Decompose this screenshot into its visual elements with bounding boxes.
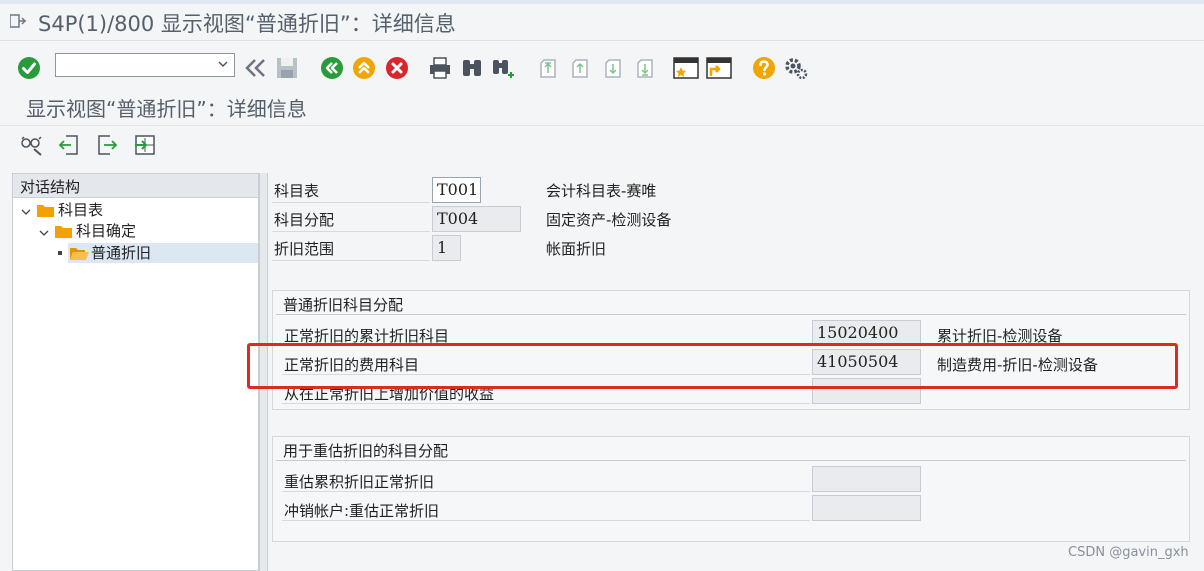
field-label: 科目表 [274,182,320,200]
help-icon[interactable] [751,55,777,81]
find-next-icon[interactable] [490,55,516,81]
field-label: 重估累积折旧正常折旧 [284,473,435,491]
print-icon[interactable] [427,55,453,81]
group-divider [276,314,1186,315]
next-entry-icon[interactable] [95,133,119,157]
field-description: 会计科目表-赛唯 [546,182,657,200]
window-title: S4P(1)/800 显示视图“普通折旧”：详细信息 [38,12,456,36]
account-assignment-field[interactable]: T004 [432,206,521,232]
annotation-highlight-box [247,343,1178,389]
group-title: 普通折旧科目分配 [283,296,404,314]
prev-page-icon[interactable] [567,55,593,81]
first-page-icon[interactable] [535,55,561,81]
leaf-bullet-icon [58,250,62,255]
shortcut-icon[interactable] [706,55,732,81]
back-nav-icon[interactable] [243,55,269,81]
offsetting-account-revaluation-field[interactable] [812,495,921,521]
tree-item-label: 普通折旧 [91,244,152,262]
menu-icon[interactable] [9,13,27,28]
field-label: 折旧范围 [274,240,335,258]
folder-icon [37,203,54,217]
depreciation-area-field[interactable]: 1 [432,235,461,261]
tree-item-label: 科目表 [58,201,104,219]
revaluation-accum-depreciation-field[interactable] [812,466,921,492]
field-label: 科目分配 [274,211,335,229]
open-folder-icon [70,246,89,260]
tree-item-label: 科目确定 [76,222,137,240]
field-description: 固定资产-检测设备 [546,211,672,229]
settings-icon[interactable] [783,55,809,81]
group-title: 用于重估折旧的科目分配 [283,442,449,460]
tree-item-account-determination[interactable]: 科目确定 [38,220,136,241]
chevron-down-icon[interactable] [216,56,230,72]
back-icon[interactable] [319,55,345,81]
last-page-icon[interactable] [632,55,658,81]
next-page-icon[interactable] [600,55,626,81]
exit-icon[interactable] [351,55,377,81]
chart-of-accounts-field[interactable]: T001 [432,177,481,203]
create-session-icon[interactable] [673,55,699,81]
command-field[interactable] [55,53,235,77]
tree-header: 对话结构 [20,178,81,196]
prev-entry-icon[interactable] [57,133,81,157]
tree-item-ordinary-depreciation[interactable]: 普通折旧 [58,242,151,263]
group-divider [276,460,1186,461]
save-icon[interactable] [274,55,300,81]
cancel-icon[interactable] [384,55,410,81]
chevron-down-icon[interactable] [38,225,50,237]
field-description: 帐面折旧 [546,240,607,258]
variable-list-icon[interactable] [133,133,157,157]
enter-icon[interactable] [16,55,42,81]
folder-icon [55,224,72,238]
divider [0,125,1204,126]
find-icon[interactable] [459,55,485,81]
tree-item-chart-of-accounts[interactable]: 科目表 [20,199,103,220]
glasses-icon[interactable] [20,133,44,157]
watermark: CSDN @gavin_gxh [1068,545,1189,560]
screen-title: 显示视图“普通折旧”：详细信息 [26,97,307,121]
chevron-down-icon[interactable] [20,204,32,216]
field-label: 冲销帐户:重估正常折旧 [284,502,440,520]
